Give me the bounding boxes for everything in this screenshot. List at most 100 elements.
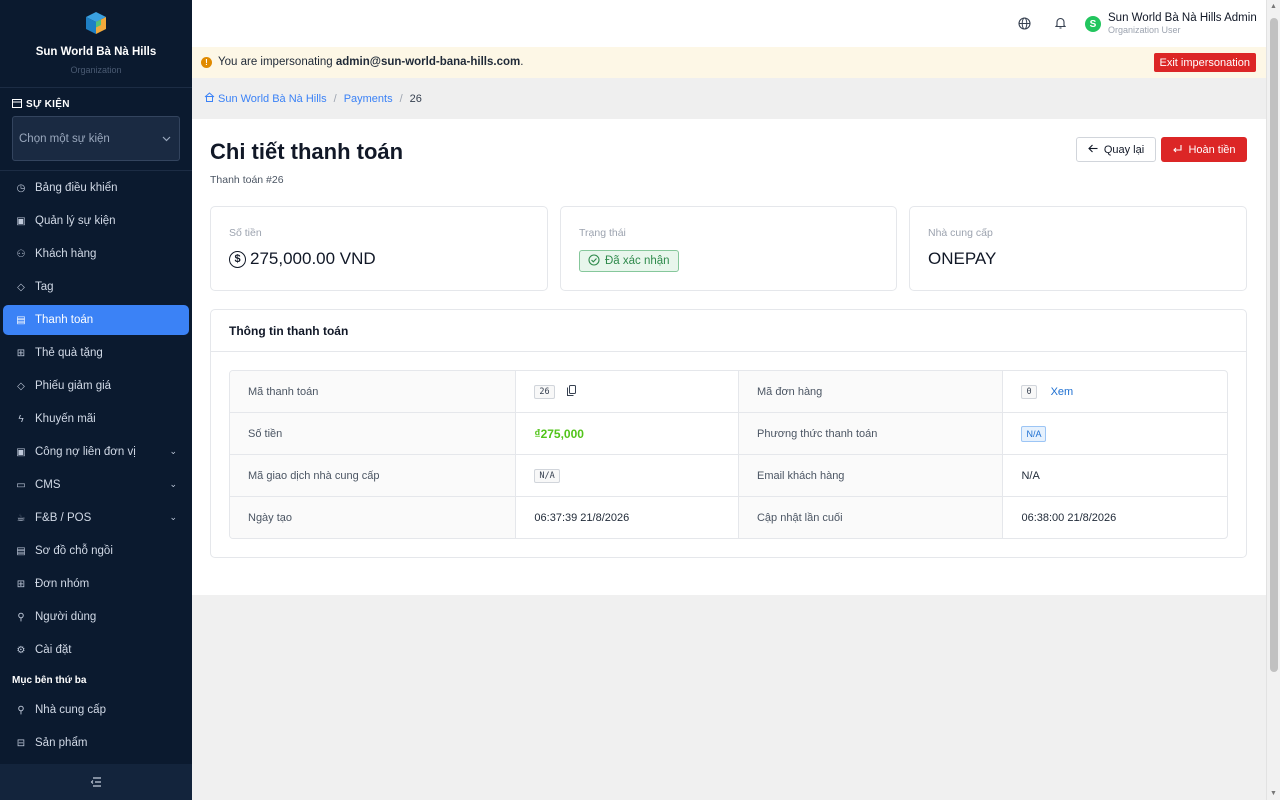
exit-impersonation-button[interactable]: Exit impersonation [1153, 53, 1256, 72]
breadcrumb-home[interactable]: Sun World Bà Nà Hills [218, 93, 327, 105]
user-role: Organization User [1108, 25, 1181, 35]
payment-info-panel: Thông tin thanh toán Mã thanh toán 26 Mã… [210, 309, 1247, 558]
sidebar: Sun World Bà Nà Hills Organization SỰ KI… [0, 0, 192, 800]
sidebar-item-fnb[interactable]: ☕ F&B / POS ⌄ [3, 503, 189, 533]
sidebar-item-coupons[interactable]: ◇ Phiếu giảm giá [3, 371, 189, 401]
third-party-section-title: Mục bên thứ ba [12, 674, 87, 686]
back-button[interactable]: Quay lại [1076, 137, 1156, 162]
sidebar-item-label: Sơ đồ chỗ ngồi [35, 545, 113, 557]
promo-icon: ϟ [18, 413, 24, 425]
provider-icon: ⚲ [17, 704, 25, 716]
users-icon: ⚇ [16, 248, 26, 260]
sidebar-item-label: Đơn nhóm [35, 578, 90, 590]
payment-id-label: Mã thanh toán [230, 371, 517, 412]
scroll-up-icon[interactable]: ▲ [1270, 3, 1277, 10]
sidebar-item-label: Quản lý sự kiện [35, 215, 116, 227]
brand-name: Sun World Bà Nà Hills [35, 46, 157, 58]
sidebar-item-label: Nhà cung cấp [35, 704, 106, 716]
sidebar-item-promotions[interactable]: ϟ Khuyến mãi [3, 404, 189, 434]
amount-card-value: 275,000.00 VND [250, 249, 376, 268]
sidebar-item-debt[interactable]: ▣ Công nợ liên đơn vị ⌄ [3, 437, 189, 467]
sidebar-item-seatmap[interactable]: ▤ Sơ đồ chỗ ngồi [3, 536, 189, 566]
event-section-title: SỰ KIỆN [12, 98, 70, 111]
sidebar-item-label: Tag [35, 281, 54, 293]
sidebar-item-settings[interactable]: ⚙ Cài đặt [3, 635, 189, 665]
sidebar-item-customers[interactable]: ⚇ Khách hàng [3, 239, 189, 269]
sidebar-item-products[interactable]: ⊟ Sản phẩm [3, 728, 189, 758]
order-view-link[interactable]: Xem [1051, 386, 1074, 398]
payment-info-table: Mã thanh toán 26 Mã đơn hàng 0 Xem Số ti… [229, 370, 1228, 539]
topbar: S Sun World Bà Nà Hills Admin Organizati… [192, 0, 1266, 47]
avatar[interactable]: S [1085, 16, 1101, 32]
cms-icon: ▭ [16, 479, 26, 491]
seatmap-icon: ▤ [16, 545, 26, 557]
gift-icon: ⊞ [16, 347, 26, 359]
amount-cell: ₫275,000 [516, 413, 739, 454]
sidebar-item-label: Công nợ liên đơn vị [35, 446, 136, 458]
customer-email-label: Email khách hàng [738, 455, 1004, 496]
sidebar-nav: ◷ Bảng điều khiển ▣ Quản lý sự kiện ⚇ Khách… [0, 173, 192, 761]
globe-icon[interactable] [1017, 16, 1031, 30]
sidebar-item-cms[interactable]: ▭ CMS ⌄ [3, 470, 189, 500]
page-scrollbar[interactable]: ▲ ▼ [1266, 0, 1280, 800]
sidebar-item-label: F&B / POS [35, 512, 92, 524]
created-label: Ngày tạo [230, 497, 517, 538]
provider-card: Nhà cung cấp ONEPAY [909, 206, 1247, 291]
bell-icon[interactable] [1053, 16, 1067, 30]
payment-icon: ▤ [16, 314, 26, 326]
coupon-icon: ◇ [17, 380, 25, 392]
provider-txn-value: N/A [534, 468, 560, 483]
status-card: Trạng thái Đã xác nhận [560, 206, 897, 291]
home-icon[interactable] [204, 92, 215, 105]
sidebar-item-events[interactable]: ▣ Quản lý sự kiện [3, 206, 189, 236]
sidebar-collapse-button[interactable] [0, 764, 192, 800]
sidebar-item-label: Khách hàng [35, 248, 97, 260]
scroll-down-icon[interactable]: ▼ [1270, 790, 1277, 797]
chevron-down-icon: ⌄ [169, 512, 177, 522]
order-id-label: Mã đơn hàng [738, 371, 1004, 412]
refund-button[interactable]: Hoàn tiền [1161, 137, 1247, 162]
sidebar-item-label: Khuyến mãi [35, 413, 96, 425]
amount-card: Số tiền $ 275,000.00 VND [210, 206, 548, 291]
impersonation-prefix: You are impersonating [218, 56, 336, 68]
group-order-icon: ⊞ [16, 578, 26, 590]
dollar-icon: $ [229, 250, 246, 268]
provider-card-value: ONEPAY [928, 249, 997, 268]
sidebar-item-providers[interactable]: ⚲ Nhà cung cấp [3, 695, 189, 725]
impersonation-email: admin@sun-world-bana-hills.com [335, 56, 521, 68]
table-row: Ngày tạo 06:37:39 21/8/2026 Cập nhật lần… [230, 497, 1227, 538]
breadcrumb-payments[interactable]: Payments [344, 93, 393, 105]
impersonation-suffix: . [520, 56, 524, 68]
back-button-label: Quay lại [1103, 143, 1145, 156]
check-circle-icon [588, 253, 600, 269]
sidebar-item-label: Sản phẩm [35, 737, 88, 749]
table-row: Mã giao dịch nhà cung cấp N/A Email khác… [230, 455, 1227, 497]
sidebar-item-tag[interactable]: ◇ Tag [3, 272, 189, 302]
dashboard-icon: ◷ [16, 182, 26, 194]
user-name[interactable]: Sun World Bà Nà Hills Admin [1108, 12, 1257, 24]
fnb-icon: ☕ [16, 512, 26, 524]
debt-icon: ▣ [16, 446, 26, 458]
amount-value: ₫275,000 [534, 426, 584, 441]
scrollbar-thumb[interactable] [1270, 18, 1278, 672]
status-card-label: Trạng thái [579, 227, 626, 239]
sidebar-item-dashboard[interactable]: ◷ Bảng điều khiển [3, 173, 189, 203]
divider [0, 170, 192, 171]
amount-card-label: Số tiền [229, 227, 262, 239]
sidebar-item-gift-cards[interactable]: ⊞ Thẻ quà tặng [3, 338, 189, 368]
sidebar-item-label: Bảng điều khiển [35, 182, 118, 194]
order-id-cell: 0 Xem [1003, 371, 1227, 412]
event-select[interactable]: Chọn một sự kiện [12, 116, 180, 161]
brand-subtitle: Organization [70, 65, 122, 75]
calendar-icon: ▣ [16, 215, 26, 227]
warning-icon: ! [201, 57, 212, 68]
refund-button-label: Hoàn tiền [1188, 143, 1236, 156]
sidebar-item-payments[interactable]: ▤ Thanh toán [3, 305, 189, 335]
breadcrumb-current: 26 [409, 92, 422, 105]
event-section-label: SỰ KIỆN [26, 99, 70, 110]
sidebar-item-users[interactable]: ⚲ Người dùng [3, 602, 189, 632]
provider-txn-cell: N/A [516, 455, 739, 496]
breadcrumb-separator: / [333, 92, 337, 105]
sidebar-item-group-orders[interactable]: ⊞ Đơn nhóm [3, 569, 189, 599]
copy-icon[interactable] [566, 384, 576, 399]
